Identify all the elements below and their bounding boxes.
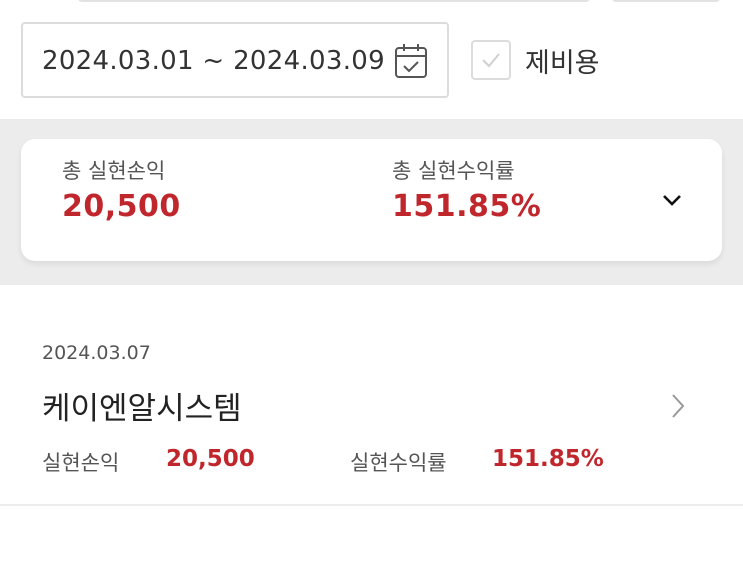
- total-pnl-block: 총 실현손익 20,500: [62, 161, 181, 222]
- calendar-icon[interactable]: [393, 42, 429, 80]
- summary-band: 총 실현손익 20,500 총 실현수익률 151.85%: [0, 119, 743, 285]
- total-return-value: 151.85%: [392, 189, 542, 224]
- trade-return-value: 151.85%: [492, 446, 604, 472]
- exclude-fee-label: 제비용: [525, 47, 600, 79]
- exclude-fee-checkbox[interactable]: [471, 40, 511, 80]
- top-button-stub: [612, 0, 720, 2]
- total-return-block: 총 실현수익률 151.85%: [392, 161, 541, 222]
- check-icon: [482, 53, 500, 68]
- chevron-right-icon[interactable]: [667, 391, 689, 421]
- summary-card: 총 실현손익 20,500 총 실현수익률 151.85%: [21, 139, 722, 261]
- date-range-picker[interactable]: 2024.03.01 ~ 2024.03.09: [21, 22, 449, 98]
- date-range-text: 2024.03.01 ~ 2024.03.09: [42, 46, 385, 76]
- chevron-down-icon: [663, 195, 681, 206]
- filter-row: 2024.03.01 ~ 2024.03.09 제비용: [21, 22, 743, 98]
- total-pnl-value: 20,500: [62, 189, 181, 224]
- exclude-fee-toggle[interactable]: 제비용: [471, 38, 600, 82]
- trade-pnl-label: 실현손익: [42, 451, 120, 475]
- top-input-stub: [78, 0, 590, 2]
- trade-pnl-value: 20,500: [166, 446, 255, 472]
- total-return-label: 총 실현수익률: [392, 159, 515, 183]
- trade-stats: 실현손익 20,500 실현수익률 151.85%: [42, 446, 722, 477]
- expand-summary-button[interactable]: [654, 185, 690, 215]
- trade-list-item[interactable]: 2024.03.07 케이엔알시스템 실현손익 20,500 실현수익률 151…: [0, 285, 743, 506]
- trade-date: 2024.03.07: [42, 342, 151, 364]
- trade-stock-name: 케이엔알시스템: [42, 391, 242, 427]
- trade-return-label: 실현수익률: [350, 451, 447, 475]
- total-pnl-label: 총 실현손익: [62, 159, 166, 183]
